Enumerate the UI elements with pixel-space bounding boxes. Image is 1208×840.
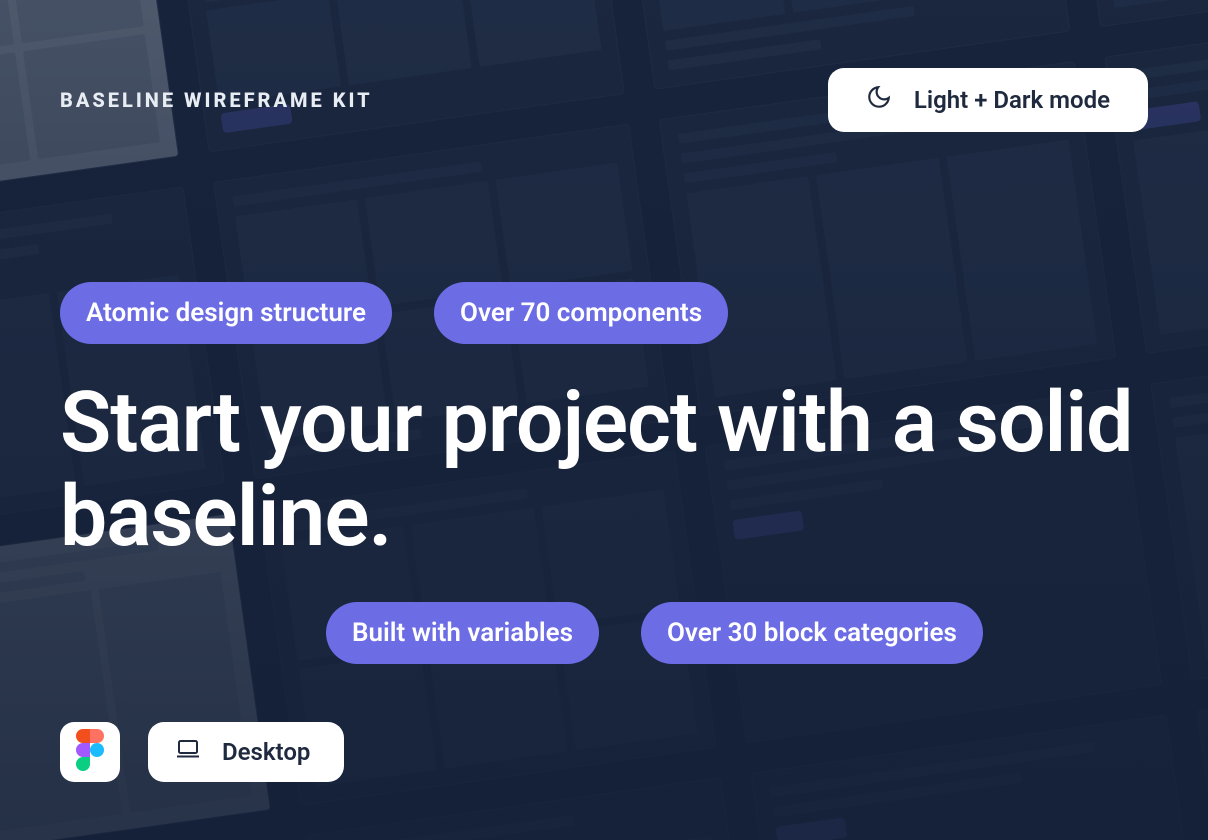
hero-content: BASELINE WIREFRAME KIT Light + Dark mode… [0, 0, 1208, 840]
badge-built-with-variables: Built with variables [326, 602, 599, 664]
device-pill-desktop[interactable]: Desktop [148, 722, 344, 782]
laptop-icon [176, 738, 200, 766]
kit-title: BASELINE WIREFRAME KIT [60, 88, 373, 112]
badge-atomic-design: Atomic design structure [60, 282, 392, 344]
light-dark-mode-pill[interactable]: Light + Dark mode [828, 68, 1148, 132]
moon-icon [866, 84, 892, 116]
badge-components-count: Over 70 components [434, 282, 728, 344]
bottom-row: Desktop [60, 722, 344, 782]
mode-label: Light + Dark mode [914, 86, 1110, 114]
badges-row-top: Atomic design structure Over 70 componen… [60, 282, 1148, 344]
figma-logo-icon [76, 729, 104, 775]
figma-logo[interactable] [60, 722, 120, 782]
badges-row-bottom: Built with variables Over 30 block categ… [326, 602, 1148, 664]
hero-headline: Start your project with a solid baseline… [60, 376, 1148, 564]
top-row: BASELINE WIREFRAME KIT Light + Dark mode [60, 68, 1148, 132]
badge-block-categories: Over 30 block categories [641, 602, 983, 664]
device-label: Desktop [222, 738, 310, 766]
